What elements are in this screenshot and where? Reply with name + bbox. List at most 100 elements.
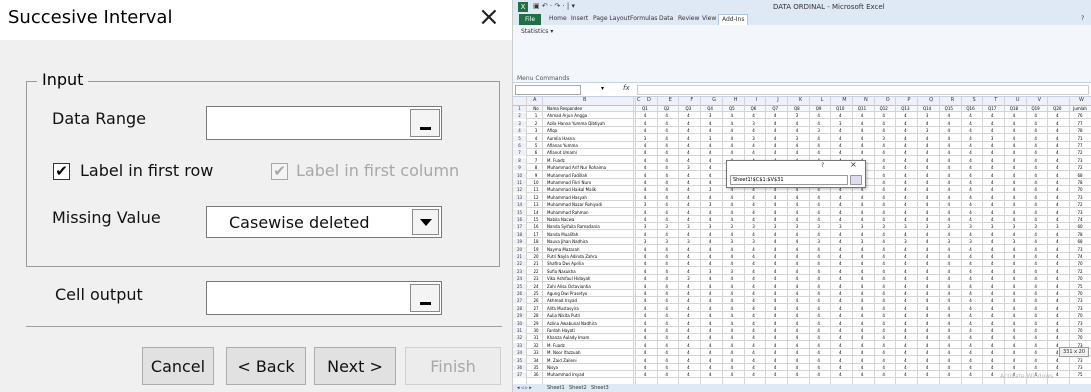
- table-cell[interactable]: 4: [1004, 195, 1024, 201]
- row-number[interactable]: 3: [513, 120, 526, 127]
- header-cell[interactable]: Q12: [874, 106, 894, 112]
- table-cell[interactable]: 4: [939, 187, 959, 193]
- table-cell[interactable]: 4: [744, 276, 764, 282]
- table-cell[interactable]: 4: [982, 143, 1002, 149]
- table-cell[interactable]: 4: [635, 121, 655, 127]
- row-number[interactable]: 24: [513, 276, 526, 283]
- table-cell[interactable]: 4: [787, 121, 807, 127]
- table-cell[interactable]: 4: [744, 113, 764, 119]
- data-range-input[interactable]: [206, 106, 442, 140]
- table-cell[interactable]: 4: [1026, 217, 1046, 223]
- table-cell[interactable]: 16: [530, 224, 542, 230]
- table-cell[interactable]: 4: [1047, 217, 1067, 223]
- table-cell[interactable]: 4: [809, 247, 829, 253]
- table-cell[interactable]: 28: [530, 313, 542, 319]
- table-cell[interactable]: 4: [657, 165, 677, 171]
- table-cell[interactable]: 4: [895, 372, 915, 378]
- table-cell[interactable]: 4: [1047, 269, 1067, 275]
- table-cell[interactable]: 4: [1047, 284, 1067, 290]
- table-cell[interactable]: 4: [939, 254, 959, 260]
- table-cell[interactable]: 4: [1004, 335, 1024, 341]
- column-letter[interactable]: K: [799, 97, 802, 103]
- table-cell[interactable]: 4: [657, 195, 677, 201]
- table-cell[interactable]: 4: [939, 210, 959, 216]
- table-cell[interactable]: 4: [830, 321, 850, 327]
- table-cell[interactable]: 4: [744, 313, 764, 319]
- table-cell[interactable]: 4: [765, 254, 785, 260]
- table-cell[interactable]: 4: [657, 173, 677, 179]
- table-cell[interactable]: 4: [678, 232, 698, 238]
- table-cell[interactable]: 4: [917, 202, 937, 208]
- table-cell[interactable]: 4: [765, 358, 785, 364]
- table-cell[interactable]: 4: [895, 269, 915, 275]
- table-cell[interactable]: 4: [787, 217, 807, 223]
- table-cell[interactable]: 4: [830, 202, 850, 208]
- table-cell[interactable]: 4: [809, 358, 829, 364]
- table-cell[interactable]: 4: [830, 291, 850, 297]
- table-cell[interactable]: 4: [635, 306, 655, 312]
- table-cell[interactable]: 74: [1070, 217, 1090, 223]
- table-cell[interactable]: 4: [678, 210, 698, 216]
- table-cell[interactable]: 4: [809, 372, 829, 378]
- table-cell[interactable]: 4: [635, 158, 655, 164]
- table-cell[interactable]: 4: [744, 232, 764, 238]
- table-cell[interactable]: Muhammad Nazar Rohiyadi: [547, 202, 633, 208]
- table-cell[interactable]: 4: [765, 195, 785, 201]
- table-cell[interactable]: 3: [939, 239, 959, 245]
- table-cell[interactable]: 4: [961, 202, 981, 208]
- table-cell[interactable]: 4: [744, 254, 764, 260]
- table-cell[interactable]: 4: [1026, 313, 1046, 319]
- table-cell[interactable]: 4: [700, 313, 720, 319]
- table-cell[interactable]: Azlina Awabunal Nadhira: [547, 321, 633, 327]
- table-cell[interactable]: 4: [895, 284, 915, 290]
- table-cell[interactable]: 3: [874, 224, 894, 230]
- table-cell[interactable]: 4: [722, 321, 742, 327]
- header-cell[interactable]: Q9: [809, 106, 829, 112]
- table-cell[interactable]: 4: [678, 335, 698, 341]
- table-cell[interactable]: 4: [678, 128, 698, 134]
- table-cell[interactable]: 4: [961, 350, 981, 356]
- table-cell[interactable]: 4: [830, 350, 850, 356]
- table-cell[interactable]: 4: [678, 365, 698, 371]
- table-cell[interactable]: 4: [830, 372, 850, 378]
- table-cell[interactable]: 4: [722, 306, 742, 312]
- table-cell[interactable]: 3: [635, 224, 655, 230]
- table-cell[interactable]: 3: [678, 224, 698, 230]
- table-cell[interactable]: 73: [1070, 210, 1090, 216]
- table-cell[interactable]: 4: [1004, 202, 1024, 208]
- table-cell[interactable]: 4: [700, 210, 720, 216]
- table-cell[interactable]: 4: [895, 136, 915, 142]
- table-cell[interactable]: 4: [961, 328, 981, 334]
- table-cell[interactable]: 4: [678, 328, 698, 334]
- table-cell[interactable]: 4: [809, 284, 829, 290]
- table-cell[interactable]: 4: [765, 143, 785, 149]
- tab-review[interactable]: Review: [678, 15, 699, 22]
- table-cell[interactable]: 4: [809, 335, 829, 341]
- table-cell[interactable]: 3: [657, 224, 677, 230]
- table-cell[interactable]: 3: [530, 128, 542, 134]
- table-cell[interactable]: 3: [700, 269, 720, 275]
- table-cell[interactable]: 4: [982, 261, 1002, 267]
- table-cell[interactable]: 4: [700, 321, 720, 327]
- table-cell[interactable]: 3: [961, 224, 981, 230]
- table-cell[interactable]: 4: [895, 232, 915, 238]
- table-cell[interactable]: 60: [1070, 224, 1090, 230]
- table-cell[interactable]: 4: [895, 210, 915, 216]
- table-cell[interactable]: 4: [635, 358, 655, 364]
- table-cell[interactable]: 4: [678, 121, 698, 127]
- table-cell[interactable]: 4: [765, 187, 785, 193]
- table-cell[interactable]: 4: [830, 187, 850, 193]
- table-cell[interactable]: 4: [700, 173, 720, 179]
- table-cell[interactable]: 3: [1026, 224, 1046, 230]
- table-cell[interactable]: 4: [1004, 269, 1024, 275]
- table-cell[interactable]: 4: [1004, 284, 1024, 290]
- table-cell[interactable]: 4: [765, 343, 785, 349]
- table-cell[interactable]: 73: [1070, 321, 1090, 327]
- table-cell[interactable]: 4: [787, 306, 807, 312]
- table-cell[interactable]: 4: [1026, 232, 1046, 238]
- table-cell[interactable]: 4: [722, 195, 742, 201]
- table-cell[interactable]: 4: [765, 321, 785, 327]
- table-cell[interactable]: 4: [787, 232, 807, 238]
- table-cell[interactable]: 7: [530, 158, 542, 164]
- table-cell[interactable]: 4: [917, 343, 937, 349]
